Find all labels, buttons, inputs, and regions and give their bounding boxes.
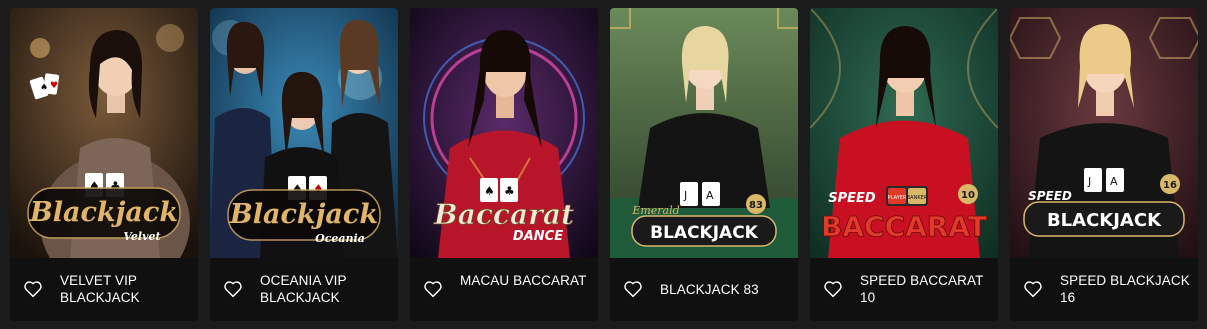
game-title: VELVET VIP BLACKJACK	[60, 273, 140, 305]
heart-outline-icon	[424, 281, 442, 298]
dealer-artwork-image: PLAYER BANKER 10 SPEED BACCARAT	[810, 8, 998, 258]
game-caption: VELVET VIP BLACKJACK	[10, 258, 198, 321]
svg-text:♠: ♠	[40, 83, 48, 93]
game-thumbnail[interactable]: PLAYER BANKER 10 SPEED BACCARAT	[810, 8, 998, 258]
logo-subtitle: SPEED	[828, 191, 876, 206]
game-title: OCEANIA VIP BLACKJACK	[260, 273, 347, 305]
svg-text:J: J	[683, 189, 687, 202]
game-thumbnail[interactable]: ♠ ♣ Baccarat DANCE	[410, 8, 598, 258]
svg-text:♥: ♥	[50, 81, 58, 91]
game-card-blackjack-83[interactable]: J A 83 Emerald BLACKJACK BLACKJACK 83	[610, 8, 798, 321]
dealer-artwork-image: ♠ ♦ Blackjack Oceania	[210, 8, 398, 258]
game-caption: OCEANIA VIP BLACKJACK	[210, 258, 398, 321]
favorite-button[interactable]	[422, 278, 444, 300]
game-thumbnail[interactable]: ♠ ♥ ♠ ♣ Blackjack Velvet	[10, 8, 198, 258]
svg-text:A: A	[1110, 175, 1118, 188]
logo-subtitle: SPEED	[1028, 189, 1072, 203]
dealer-artwork-image: J A 83 Emerald BLACKJACK	[610, 8, 798, 258]
game-caption: SPEED BACCARAT 10	[810, 258, 998, 321]
heart-outline-icon	[24, 281, 42, 298]
game-caption: MACAU BACCARAT	[410, 258, 598, 321]
svg-text:♠: ♠	[484, 184, 495, 198]
game-grid: ♠ ♥ ♠ ♣ Blackjack Velvet VELVET VIP BLAC…	[0, 0, 1207, 329]
favorite-button[interactable]	[622, 278, 644, 300]
logo-number: 83	[749, 200, 763, 211]
game-card-speed-blackjack-16[interactable]: J A 16 SPEED BLACKJACK SPEED BLACKJACK 1…	[1010, 8, 1198, 321]
game-card-macau-baccarat[interactable]: ♠ ♣ Baccarat DANCE MACAU BACCARAT	[410, 8, 598, 321]
logo-title: BLACKJACK	[650, 223, 759, 243]
game-card-oceania-vip-blackjack[interactable]: ♠ ♦ Blackjack Oceania OCEANIA VIP BLACKJ…	[210, 8, 398, 321]
logo-subtitle: Velvet	[123, 230, 160, 243]
game-thumbnail[interactable]: ♠ ♦ Blackjack Oceania	[210, 8, 398, 258]
logo-subtitle: DANCE	[513, 229, 563, 244]
heart-outline-icon	[624, 281, 642, 298]
player-label: PLAYER	[888, 195, 907, 201]
logo-title: Blackjack	[29, 197, 178, 228]
dealer-artwork-image: ♠ ♥ ♠ ♣ Blackjack Velvet	[10, 8, 198, 258]
game-title: SPEED BACCARAT 10	[860, 273, 984, 305]
logo-number: 10	[961, 190, 975, 201]
svg-text:♣: ♣	[504, 184, 515, 198]
logo-subtitle: Oceania	[315, 232, 365, 245]
logo-number: 16	[1163, 180, 1177, 191]
game-caption: SPEED BLACKJACK 16	[1010, 258, 1198, 321]
game-thumbnail[interactable]: J A 83 Emerald BLACKJACK	[610, 8, 798, 258]
svg-text:A: A	[706, 189, 714, 202]
svg-text:J: J	[1087, 175, 1091, 188]
game-title: BLACKJACK 83	[660, 282, 759, 297]
heart-outline-icon	[824, 281, 842, 298]
logo-title: BLACKJACK	[1047, 210, 1162, 231]
logo-subtitle: Emerald	[631, 204, 679, 217]
heart-outline-icon	[224, 281, 242, 298]
banker-label: BANKER	[907, 195, 928, 201]
game-title: MACAU BACCARAT	[460, 273, 587, 288]
dealer-artwork-image: ♠ ♣ Baccarat DANCE	[410, 8, 598, 258]
favorite-button[interactable]	[1022, 278, 1044, 300]
logo-title: BACCARAT	[821, 210, 987, 243]
favorite-button[interactable]	[22, 278, 44, 300]
game-title: SPEED BLACKJACK 16	[1060, 273, 1190, 305]
heart-outline-icon	[1024, 281, 1042, 298]
game-card-speed-baccarat-10[interactable]: PLAYER BANKER 10 SPEED BACCARAT SPEED BA…	[810, 8, 998, 321]
favorite-button[interactable]	[822, 278, 844, 300]
logo-title: Blackjack	[229, 199, 378, 230]
game-card-velvet-vip-blackjack[interactable]: ♠ ♥ ♠ ♣ Blackjack Velvet VELVET VIP BLAC…	[10, 8, 198, 321]
game-caption: BLACKJACK 83	[610, 258, 798, 321]
dealer-artwork-image: J A 16 SPEED BLACKJACK	[1010, 8, 1198, 258]
game-thumbnail[interactable]: J A 16 SPEED BLACKJACK	[1010, 8, 1198, 258]
favorite-button[interactable]	[222, 278, 244, 300]
logo-title: Baccarat	[433, 198, 574, 231]
